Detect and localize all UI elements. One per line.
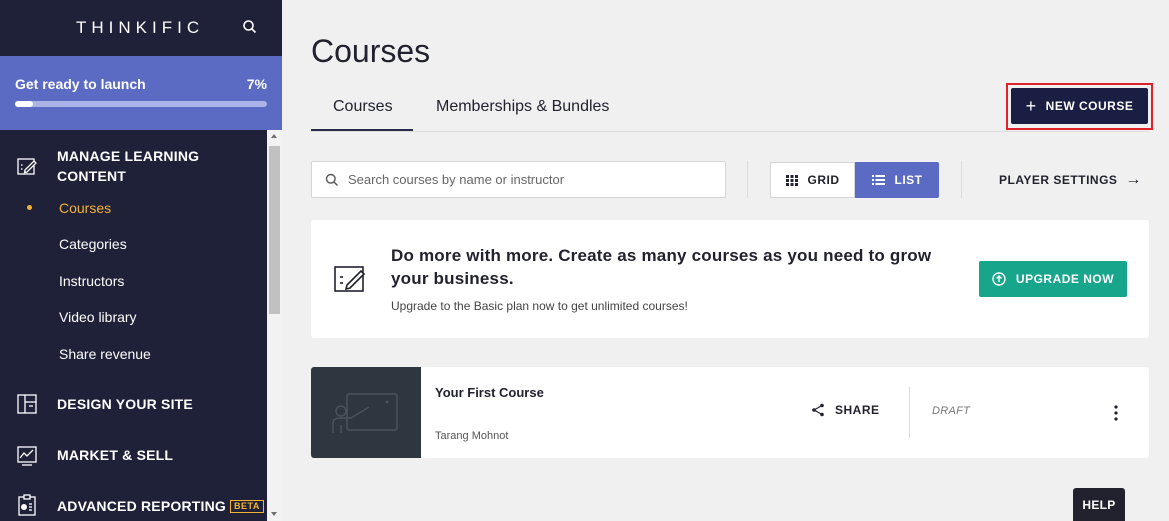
nav-section-advanced-reporting[interactable]: ADVANCED REPORTING BETA bbox=[0, 494, 267, 518]
toolbar-divider bbox=[747, 161, 748, 198]
active-tab-underline bbox=[311, 129, 413, 131]
scroll-down-arrow-icon[interactable] bbox=[271, 512, 277, 516]
search-input[interactable] bbox=[348, 162, 718, 197]
launch-progress-fill bbox=[15, 101, 33, 107]
nav-section-manage-learning-content[interactable]: MANAGE LEARNING CONTENT bbox=[0, 146, 267, 186]
launch-percent: 7% bbox=[246, 76, 267, 92]
nav-section-market-and-sell[interactable]: MARKET & SELL bbox=[0, 443, 267, 467]
page-title: Courses bbox=[311, 33, 431, 69]
nav-section-label: DESIGN YOUR SITE bbox=[57, 396, 193, 412]
grid-view-button[interactable]: GRID bbox=[770, 162, 855, 198]
nav-section-design-your-site[interactable]: DESIGN YOUR SITE bbox=[0, 392, 267, 416]
tab-memberships-bundles[interactable]: Memberships & Bundles bbox=[436, 98, 609, 116]
upgrade-now-label: UPGRADE NOW bbox=[1015, 272, 1115, 286]
upgrade-subtext: Upgrade to the Basic plan now to get unl… bbox=[391, 299, 688, 313]
sidebar-scroll-thumb[interactable] bbox=[269, 146, 280, 314]
arrow-right-icon: → bbox=[1125, 171, 1142, 188]
sidebar-item-video-library[interactable]: Video library bbox=[59, 309, 137, 325]
tab-courses[interactable]: Courses bbox=[333, 98, 393, 116]
sidebar-item-instructors[interactable]: Instructors bbox=[59, 273, 124, 289]
course-row[interactable]: Your First Course Tarang Mohnot SHARE DR… bbox=[311, 367, 1149, 458]
share-label: SHARE bbox=[835, 403, 880, 417]
nav-section-label: MARKET & SELL bbox=[57, 447, 174, 463]
upgrade-banner: Do more with more. Create as many course… bbox=[311, 220, 1149, 338]
new-course-label: NEW COURSE bbox=[1045, 99, 1134, 113]
edit-content-icon bbox=[17, 158, 37, 175]
upgrade-heading: Do more with more. Create as many course… bbox=[391, 246, 932, 288]
active-indicator-dot bbox=[27, 205, 32, 210]
presentation-placeholder-icon bbox=[332, 393, 398, 433]
sidebar-item-share-revenue[interactable]: Share revenue bbox=[59, 346, 151, 362]
tabs-divider bbox=[311, 131, 1149, 132]
layout-icon bbox=[17, 394, 37, 414]
launch-label: Get ready to launch bbox=[15, 76, 146, 92]
sidebar-nav: MANAGE LEARNING CONTENT Courses Categorie… bbox=[0, 130, 267, 521]
more-options-icon[interactable] bbox=[1111, 404, 1121, 422]
course-row-divider bbox=[909, 387, 910, 438]
share-icon bbox=[812, 403, 824, 417]
grid-icon bbox=[785, 174, 798, 186]
player-settings-label: PLAYER SETTINGS bbox=[999, 173, 1118, 187]
chart-icon bbox=[17, 446, 37, 466]
grid-view-label: GRID bbox=[807, 173, 840, 187]
scroll-up-arrow-icon[interactable] bbox=[271, 134, 277, 138]
toolbar-divider bbox=[961, 161, 962, 198]
sidebar-item-categories[interactable]: Categories bbox=[59, 236, 127, 252]
sidebar-header: THINKIFIC bbox=[0, 0, 282, 56]
player-settings-link[interactable]: PLAYER SETTINGS → bbox=[999, 171, 1142, 189]
sidebar-item-courses[interactable]: Courses bbox=[59, 200, 111, 216]
clipboard-report-icon bbox=[18, 494, 36, 516]
course-author: Tarang Mohnot bbox=[435, 430, 509, 442]
course-thumbnail[interactable] bbox=[311, 367, 421, 458]
new-course-button[interactable]: + NEW COURSE bbox=[1011, 88, 1148, 124]
list-view-label: LIST bbox=[894, 173, 923, 187]
course-search[interactable] bbox=[311, 161, 726, 198]
edit-content-icon bbox=[334, 266, 366, 292]
plus-icon: + bbox=[1025, 96, 1037, 116]
nav-section-label: ADVANCED REPORTING BETA bbox=[57, 496, 264, 516]
status-badge: DRAFT bbox=[932, 405, 971, 417]
search-icon[interactable] bbox=[241, 18, 259, 36]
help-button[interactable]: HELP bbox=[1073, 488, 1125, 521]
nav-section-label: MANAGE LEARNING CONTENT bbox=[57, 148, 200, 184]
upgrade-now-button[interactable]: UPGRADE NOW bbox=[979, 261, 1127, 297]
search-icon bbox=[325, 173, 338, 186]
sidebar: THINKIFIC Get ready to launch 7% MANAGE … bbox=[0, 0, 282, 521]
upgrade-arrow-icon bbox=[992, 272, 1006, 286]
list-icon bbox=[871, 175, 885, 185]
launch-progress-panel[interactable]: Get ready to launch 7% bbox=[0, 56, 282, 130]
thinkific-logo[interactable]: THINKIFIC bbox=[76, 18, 204, 38]
list-view-button[interactable]: LIST bbox=[855, 162, 939, 198]
course-title[interactable]: Your First Course bbox=[435, 385, 544, 400]
share-button[interactable]: SHARE bbox=[811, 403, 880, 417]
beta-badge: BETA bbox=[230, 500, 264, 513]
launch-progress-bar bbox=[15, 101, 267, 107]
